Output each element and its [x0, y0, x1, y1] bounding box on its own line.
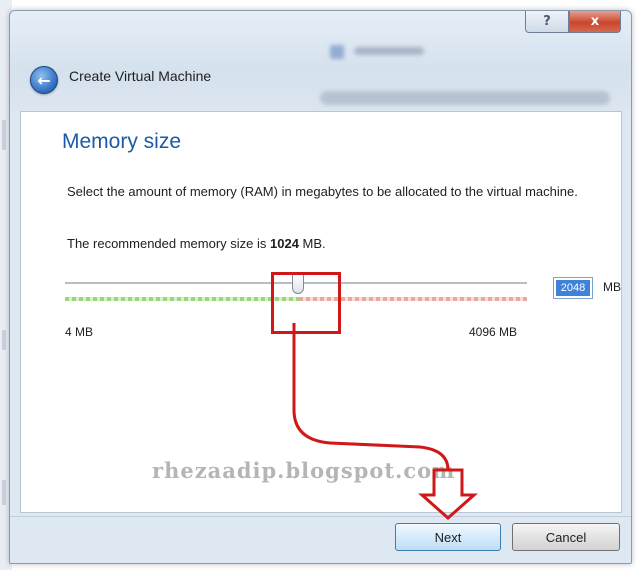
watermark-text: rhezaadip.blogspot.com [152, 458, 456, 483]
next-button-label: Next [434, 529, 462, 545]
memory-unit-label: MB [603, 280, 621, 294]
max-memory-label: 4096 MB [469, 325, 518, 339]
background-app-label [354, 47, 424, 55]
memory-size-value: 2048 [556, 280, 590, 296]
min-memory-label: 4 MB [65, 325, 94, 339]
wizard-page: Memory size Select the amount of memory … [20, 111, 622, 513]
footer-divider [10, 516, 631, 517]
next-button[interactable]: Next [395, 523, 501, 551]
background-window-blur [310, 37, 620, 107]
edge-tick [2, 480, 6, 505]
window-title: Create Virtual Machine [69, 68, 212, 84]
memory-size-input[interactable]: 2048 [553, 277, 593, 299]
recommended-memory-text: The recommended memory size is 1024 MB. [67, 236, 326, 251]
recommend-value: 1024 [270, 236, 299, 251]
page-description: Select the amount of memory (RAM) in meg… [67, 184, 578, 199]
cancel-button-label: Cancel [545, 529, 587, 545]
edge-tick [2, 330, 6, 350]
background-app-icon [330, 45, 344, 59]
close-button[interactable]: x [569, 11, 621, 33]
annotation-highlight-box [271, 272, 341, 334]
help-button[interactable]: ? [525, 11, 569, 33]
page-heading: Memory size [62, 130, 182, 153]
cancel-button[interactable]: Cancel [512, 523, 620, 551]
scale-safe-range [65, 297, 299, 301]
recommend-suffix: MB. [298, 236, 326, 251]
background-app-bar [320, 91, 610, 105]
title-bar: ? x ← Create Virtual Machine [10, 11, 631, 111]
recommend-prefix: The recommended memory size is [67, 236, 271, 251]
back-arrow-icon[interactable]: ← [30, 66, 58, 94]
edge-tick [2, 120, 6, 150]
close-icon: x [590, 14, 600, 29]
help-icon: ? [543, 14, 551, 29]
back-arrow-glyph: ← [37, 70, 51, 90]
